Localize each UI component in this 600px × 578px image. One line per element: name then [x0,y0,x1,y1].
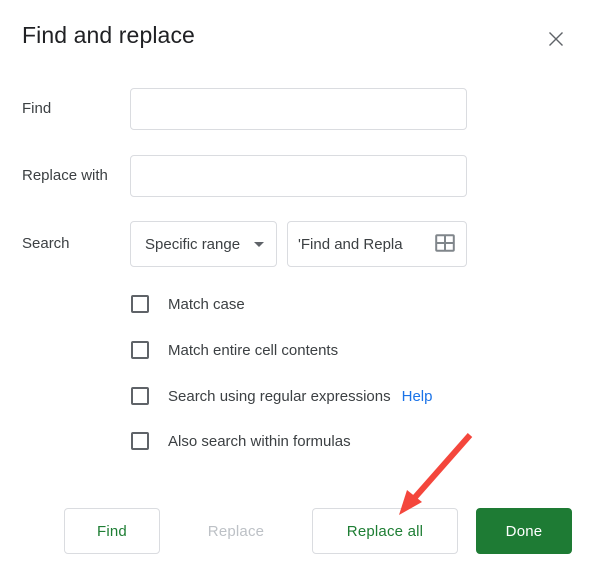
done-button[interactable]: Done [476,508,572,554]
checkbox-search-using-regular-expressions[interactable] [131,387,149,405]
search-range-value: 'Find and Repla [298,235,403,253]
search-row: Search Specific range 'Find and Repla [0,221,600,267]
replace-with-label: Replace with [22,167,108,184]
checkbox-match-case[interactable] [131,295,149,313]
replace-all-button[interactable]: Replace all [312,508,458,554]
search-scope-value: Specific range [145,235,241,253]
dialog-header: Find and replace [0,0,600,78]
annotation-arrow [399,433,473,515]
option-label: Also search within formulas [168,432,351,450]
close-button[interactable] [540,23,572,55]
grid-select-icon [435,233,455,255]
range-picker-button[interactable] [432,231,458,257]
replace-with-row: Replace with [0,155,600,199]
option-search-using-regular-expressions[interactable]: Search using regular expressions Help [131,386,432,406]
find-label: Find [22,100,52,117]
search-scope-dropdown[interactable]: Specific range [130,221,277,267]
option-match-entire-cell-contents[interactable]: Match entire cell contents [131,340,338,360]
find-and-replace-dialog: Find and replace Find Replace with Searc… [0,0,600,578]
find-button[interactable]: Find [64,508,160,554]
option-label: Match case [168,295,245,313]
regex-help-link[interactable]: Help [402,388,433,405]
option-label: Search using regular expressions [168,387,391,405]
dialog-footer: Find Replace Replace all Done [0,508,600,556]
replace-button: Replace [180,508,292,554]
replace-with-input[interactable] [130,155,467,197]
option-match-case[interactable]: Match case [131,294,245,314]
chevron-down-icon [254,241,264,247]
option-label: Match entire cell contents [168,341,339,359]
close-icon [547,30,565,48]
checkbox-match-entire-cell-contents[interactable] [131,341,149,359]
search-range-input[interactable]: 'Find and Repla [287,221,467,267]
find-input[interactable] [130,88,467,130]
page-title: Find and replace [22,22,195,48]
option-also-search-within-formulas[interactable]: Also search within formulas [131,431,351,451]
search-label: Search [22,235,70,252]
checkbox-also-search-within-formulas[interactable] [131,432,149,450]
find-row: Find [0,88,600,132]
